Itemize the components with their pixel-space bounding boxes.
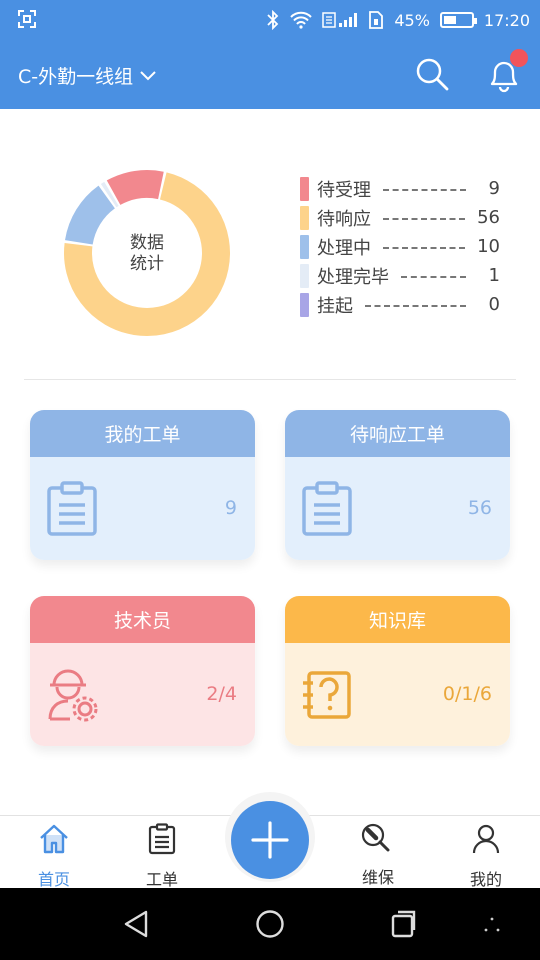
chevron-down-icon <box>140 70 156 80</box>
team-selector[interactable]: C-外勤一线组 <box>18 62 157 89</box>
section-divider <box>24 379 516 380</box>
legend-leader <box>383 217 466 220</box>
tab-label: 首页 <box>37 870 70 889</box>
legend-swatch <box>300 292 309 317</box>
donut-center-label-1: 数据 <box>130 233 164 253</box>
battery-percent: 45% <box>394 10 430 30</box>
card-title: 待响应工单 <box>285 410 510 457</box>
tab-orders[interactable]: 工单 <box>108 816 216 889</box>
my-orders-count: 9 <box>224 497 237 519</box>
statistics-panel: 数据 统计 待受理 9 待响应 56 处理中 10 处理完毕 1 挂起 0 <box>0 150 540 350</box>
card-title: 知识库 <box>285 596 510 643</box>
recents-icon[interactable] <box>390 909 418 939</box>
bluetooth-icon <box>267 10 279 30</box>
wrench-icon <box>361 823 390 852</box>
legend-value: 0 <box>488 294 500 315</box>
legend-leader <box>383 246 466 249</box>
plus-icon <box>251 821 289 859</box>
more-icon[interactable] <box>482 915 502 935</box>
donut-segment-3 <box>100 181 119 208</box>
technicians-count: 2/4 <box>206 683 237 705</box>
legend-swatch <box>300 205 309 230</box>
clipboard-icon <box>148 823 176 855</box>
status-legend: 待受理 9 待响应 56 处理中 10 处理完毕 1 挂起 0 <box>300 174 500 319</box>
legend-swatch <box>300 176 309 201</box>
legend-value: 10 <box>477 236 500 257</box>
pending-response-count: 56 <box>467 497 492 519</box>
legend-leader <box>401 275 466 278</box>
legend-leader <box>365 304 466 307</box>
donut-segment-0 <box>106 170 164 206</box>
legend-value: 1 <box>488 265 500 286</box>
legend-row[interactable]: 挂起 0 <box>300 290 500 319</box>
notification-badge <box>510 49 528 67</box>
status-donut-chart: 数据 统计 <box>64 170 230 336</box>
legend-swatch <box>300 263 309 288</box>
legend-row[interactable]: 待响应 56 <box>300 203 500 232</box>
legend-label: 处理中 <box>317 237 371 259</box>
legend-label: 待受理 <box>317 179 371 201</box>
legend-label: 处理完毕 <box>317 266 389 288</box>
user-icon <box>472 824 500 854</box>
app-header: C-外勤一线组 <box>0 40 540 109</box>
technicians-card[interactable]: 技术员 2/4 <box>30 596 255 746</box>
scan-icon <box>18 10 36 28</box>
my-orders-card[interactable]: 我的工单 9 <box>30 410 255 560</box>
back-icon[interactable] <box>122 909 150 939</box>
legend-label: 待响应 <box>317 208 371 230</box>
legend-row[interactable]: 处理中 10 <box>300 232 500 261</box>
tab-maintenance[interactable]: 维保 <box>324 816 432 889</box>
card-title: 技术员 <box>30 596 255 643</box>
question-book-icon <box>303 671 351 719</box>
legend-label: 挂起 <box>317 295 353 317</box>
legend-value: 56 <box>477 207 500 228</box>
legend-row[interactable]: 待受理 9 <box>300 174 500 203</box>
home-button-icon[interactable] <box>255 909 285 939</box>
hd-signal-icon <box>322 12 358 28</box>
add-button[interactable] <box>231 801 309 879</box>
clock: 17:20 <box>483 10 530 30</box>
legend-swatch <box>300 234 309 259</box>
wifi-icon <box>290 11 313 29</box>
tab-label: 工单 <box>145 870 178 889</box>
battery-icon <box>439 12 477 28</box>
tab-home[interactable]: 首页 <box>0 816 108 889</box>
status-bar: 45% 17:20 <box>0 0 540 40</box>
card-title: 我的工单 <box>30 410 255 457</box>
clipboard-icon <box>47 481 97 536</box>
tab-profile[interactable]: 我的 <box>432 816 540 889</box>
technician-icon <box>48 669 98 722</box>
system-nav-bar <box>0 888 540 960</box>
home-icon <box>40 824 68 854</box>
legend-value: 9 <box>488 178 500 199</box>
knowledge-base-count: 0/1/6 <box>442 683 492 705</box>
team-name: C-外勤一线组 <box>18 66 134 88</box>
knowledge-base-card[interactable]: 知识库 0/1/6 <box>285 596 510 746</box>
legend-row[interactable]: 处理完毕 1 <box>300 261 500 290</box>
sim-icon <box>369 11 384 29</box>
tab-label: 维保 <box>361 868 394 887</box>
legend-leader <box>383 188 466 191</box>
clipboard-icon <box>302 481 352 536</box>
search-icon[interactable] <box>414 56 450 92</box>
pending-response-card[interactable]: 待响应工单 56 <box>285 410 510 560</box>
donut-segment-2 <box>64 185 116 246</box>
tab-label: 我的 <box>469 870 502 889</box>
donut-center-label-2: 统计 <box>130 254 164 274</box>
